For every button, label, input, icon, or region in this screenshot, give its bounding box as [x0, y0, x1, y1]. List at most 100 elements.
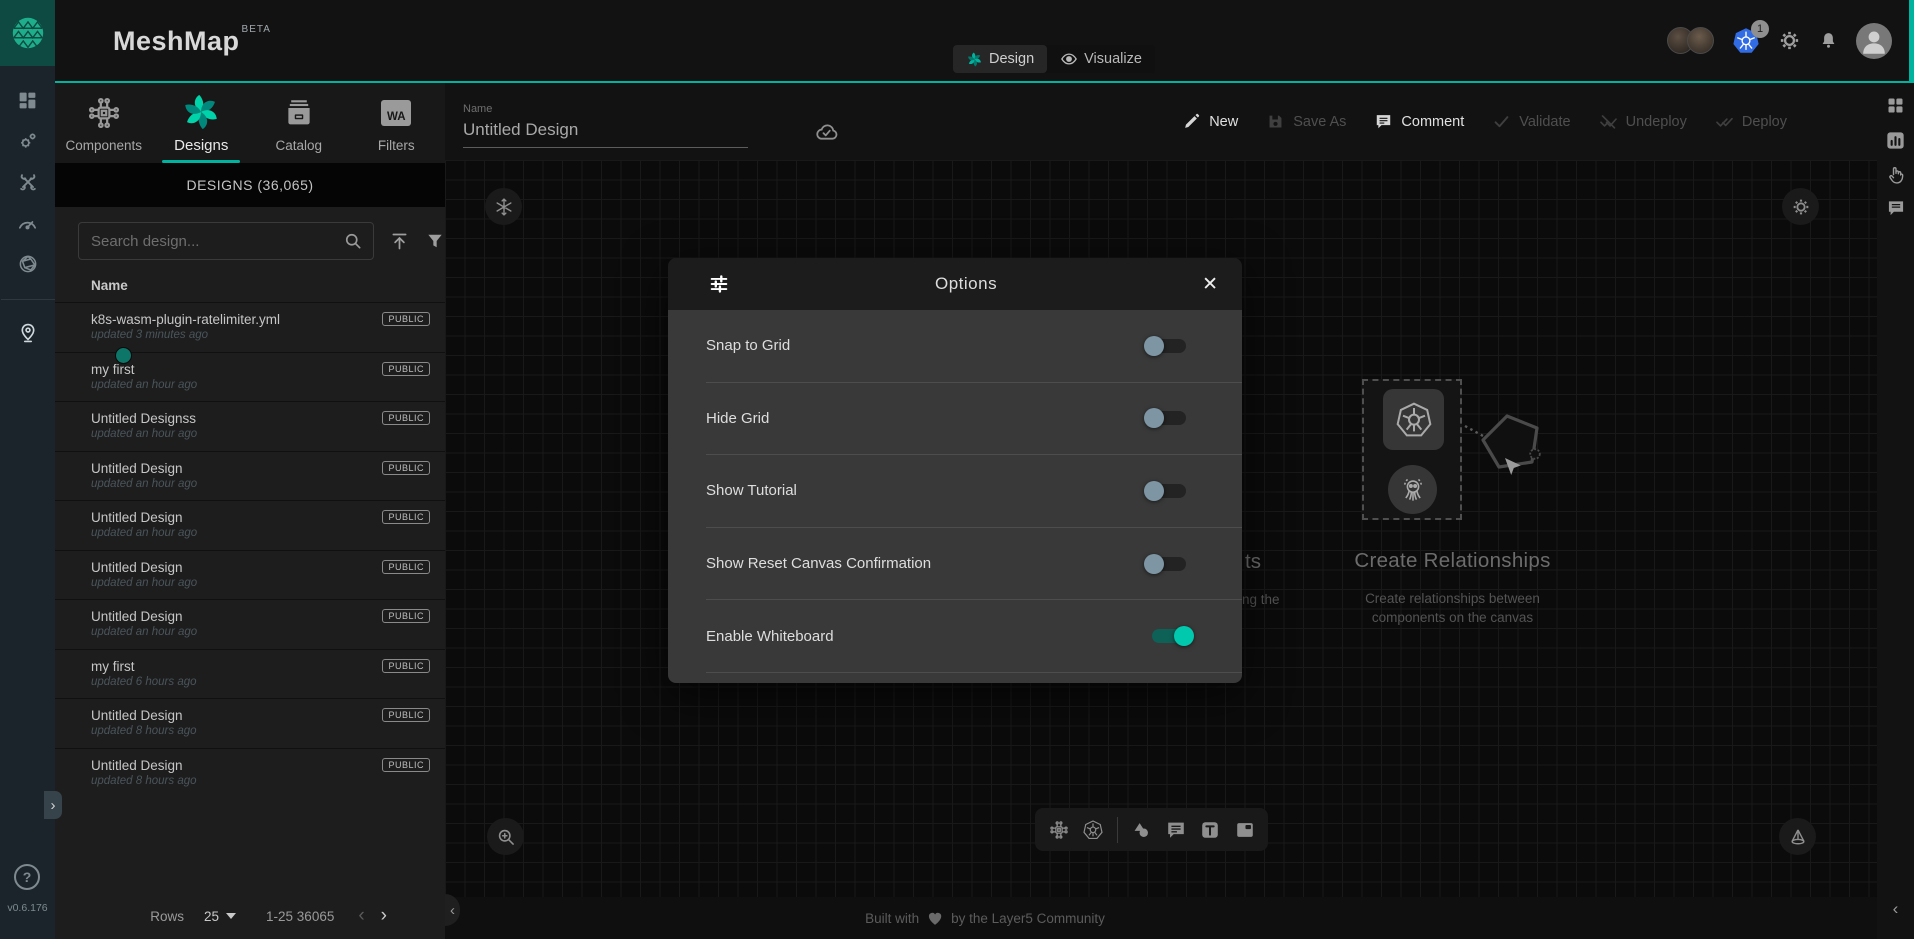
collaborator-avatar[interactable]: [1687, 27, 1714, 54]
rows-label: Rows: [150, 909, 184, 924]
user-avatar[interactable]: [1856, 23, 1892, 59]
nav-dashboard[interactable]: [16, 88, 40, 112]
help-button[interactable]: ?: [14, 864, 40, 890]
nav-meshmap[interactable]: [16, 321, 40, 345]
close-icon[interactable]: ✕: [1202, 275, 1218, 294]
snap-to-grid-toggle[interactable]: [1142, 334, 1196, 358]
heart-icon: [926, 909, 944, 927]
settings-button[interactable]: [1778, 29, 1801, 52]
tab-design[interactable]: Design: [953, 45, 1047, 73]
design-row[interactable]: Untitled Design updated an hour ago PUBL…: [55, 451, 445, 501]
hide-grid-toggle[interactable]: [1142, 406, 1196, 430]
app-title: MeshMapBETA: [113, 24, 271, 57]
option-label: Show Reset Canvas Confirmation: [706, 555, 931, 572]
next-page-button[interactable]: ›: [381, 905, 387, 927]
filters-wasm-icon: WA: [381, 93, 411, 133]
visibility-badge: PUBLIC: [382, 362, 430, 376]
components-tool-icon[interactable]: [1048, 819, 1070, 841]
previous-page-button[interactable]: ‹: [358, 905, 364, 927]
collapse-right-panel-handle[interactable]: ‹: [1877, 899, 1914, 919]
expand-panel-handle[interactable]: ›: [44, 791, 62, 819]
designs-panel: Components Designs Catal: [55, 83, 445, 939]
shapes-tool-icon[interactable]: [1130, 819, 1152, 841]
views-grid-button[interactable]: [1885, 95, 1906, 116]
design-row[interactable]: Untitled Design updated an hour ago PUBL…: [55, 599, 445, 649]
design-row[interactable]: k8s-wasm-plugin-ratelimiter.yml updated …: [55, 302, 445, 352]
comment-button[interactable]: Comment: [1374, 112, 1464, 131]
visibility-badge: PUBLIC: [382, 708, 430, 722]
design-owner-avatar: [115, 347, 132, 364]
enable-whiteboard-toggle[interactable]: [1142, 624, 1196, 648]
interaction-hand-button[interactable]: [1886, 165, 1906, 185]
design-name-input[interactable]: [463, 120, 748, 148]
beta-badge: BETA: [242, 24, 271, 35]
zoom-button[interactable]: [487, 818, 524, 855]
kubernetes-tool-icon[interactable]: [1082, 819, 1104, 841]
dashboard-chart-button[interactable]: [1884, 129, 1907, 152]
kubernetes-context[interactable]: 1: [1731, 26, 1761, 56]
layer5-logo[interactable]: [0, 0, 55, 66]
beacon-tool-button[interactable]: [1779, 818, 1816, 855]
deploy-button[interactable]: Deploy: [1715, 112, 1787, 131]
comments-panel-button[interactable]: [1886, 198, 1906, 218]
text-tool-icon[interactable]: [1199, 819, 1221, 841]
option-label: Enable Whiteboard: [706, 628, 834, 645]
collaborator-avatars[interactable]: [1667, 27, 1714, 54]
design-row[interactable]: Untitled Design updated an hour ago PUBL…: [55, 500, 445, 550]
freeze-layout-button[interactable]: [485, 188, 522, 225]
panel-tabs: Components Designs Catal: [55, 83, 445, 163]
option-label: Snap to Grid: [706, 337, 790, 354]
design-row[interactable]: Untitled Design updated 8 hours ago PUBL…: [55, 748, 445, 798]
panel-tab-filters[interactable]: WA Filters: [348, 83, 446, 163]
panel-tab-label: Designs: [174, 137, 228, 154]
design-updated: updated an hour ago: [91, 378, 445, 393]
show-reset-canvas-confirmation-toggle[interactable]: [1142, 552, 1196, 576]
filter-designs-button[interactable]: [425, 231, 445, 251]
components-icon: [85, 93, 123, 133]
new-design-button[interactable]: New: [1182, 112, 1238, 131]
media-tool-icon[interactable]: [1234, 819, 1256, 841]
cloud-check-icon: [813, 119, 840, 146]
visibility-badge: PUBLIC: [382, 312, 430, 326]
panel-tab-catalog[interactable]: Catalog: [250, 83, 348, 163]
undeploy-button[interactable]: Undeploy: [1599, 112, 1687, 131]
tutorial-component-group: [1362, 379, 1462, 520]
search-icon[interactable]: [343, 231, 363, 251]
panel-tab-components[interactable]: Components: [55, 83, 153, 163]
visibility-badge: PUBLIC: [382, 510, 430, 524]
saved-to-cloud-indicator: [813, 119, 840, 146]
nav-lifecycle[interactable]: [16, 129, 40, 153]
options-modal-body: Snap to Grid Hide Grid Show Tutorial Sho…: [668, 310, 1242, 683]
tab-visualize[interactable]: Visualize: [1047, 45, 1155, 73]
import-design-button[interactable]: [389, 231, 410, 252]
design-row[interactable]: Untitled Design updated an hour ago PUBL…: [55, 550, 445, 600]
design-updated: updated 3 minutes ago: [91, 328, 445, 343]
show-tutorial-toggle[interactable]: [1142, 479, 1196, 503]
design-row[interactable]: my first updated 6 hours ago PUBLIC: [55, 649, 445, 699]
rows-per-page-select[interactable]: 25: [204, 909, 236, 924]
canvas-settings-button[interactable]: [1782, 188, 1819, 225]
panel-tab-designs[interactable]: Designs: [153, 83, 251, 163]
nav-performance[interactable]: [16, 211, 40, 235]
nav-configuration[interactable]: [16, 170, 40, 194]
nav-extensions[interactable]: [16, 252, 40, 276]
pencil-icon: [1182, 112, 1201, 131]
gauge-icon: [16, 212, 39, 235]
save-as-button[interactable]: Save As: [1266, 112, 1346, 131]
design-name-field: Name: [463, 103, 748, 148]
scrollbar-thumb[interactable]: [1909, 0, 1914, 81]
option-row-show-tutorial: Show Tutorial: [706, 455, 1242, 528]
design-row[interactable]: Untitled Designss updated an hour ago PU…: [55, 401, 445, 451]
dock-divider: [1117, 817, 1118, 843]
validate-button[interactable]: Validate: [1492, 112, 1570, 131]
tutorial-description: Create relationships between components …: [1342, 589, 1563, 627]
location-pin-icon: [17, 322, 39, 344]
design-row[interactable]: Untitled Design updated 8 hours ago PUBL…: [55, 698, 445, 748]
comment-tool-icon[interactable]: [1165, 819, 1187, 841]
attribution: Built with by the Layer5 Community: [865, 897, 1105, 939]
notifications-button[interactable]: [1818, 30, 1839, 51]
design-row[interactable]: my first updated an hour ago PUBLIC: [55, 352, 445, 402]
visibility-badge: PUBLIC: [382, 758, 430, 772]
panel-tab-label: Filters: [378, 138, 415, 153]
search-input[interactable]: [91, 233, 343, 250]
